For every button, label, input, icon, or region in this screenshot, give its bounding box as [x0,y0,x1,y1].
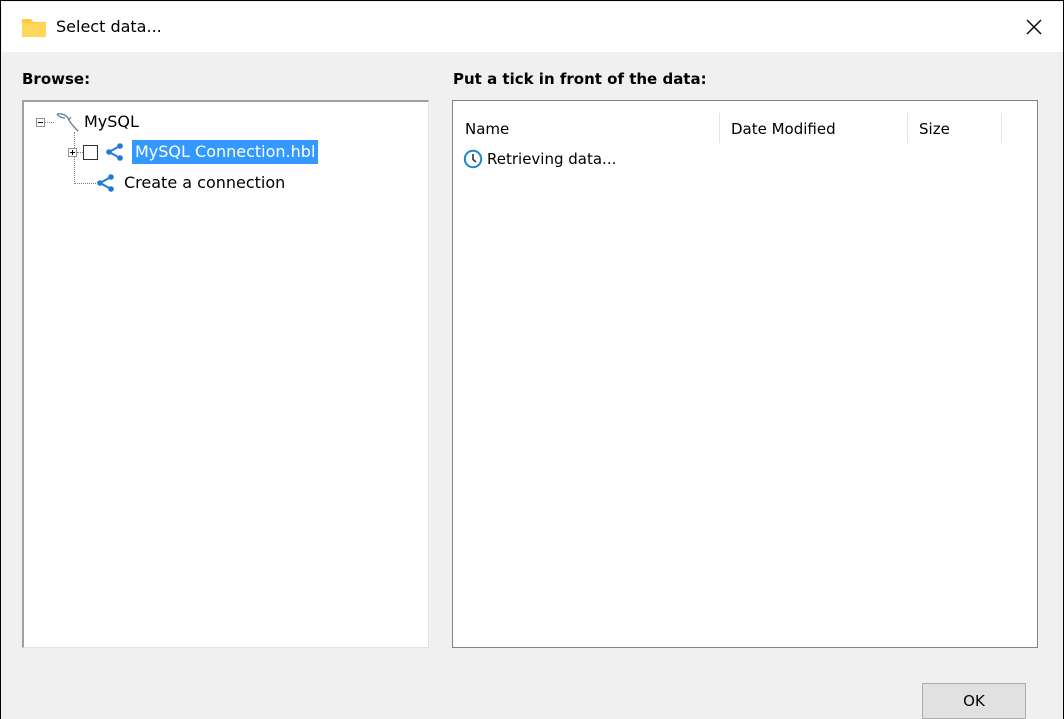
tree-node-label: MySQL [84,112,139,131]
browse-tree[interactable]: MySQL MySQL Connection.hbl Create a conn… [22,100,429,648]
status-text: Retrieving data... [487,150,617,168]
tree-node-label: Create a connection [124,173,286,192]
tree-node-mysql[interactable]: MySQL [36,110,139,134]
clock-icon [463,149,483,169]
close-icon [1026,19,1042,35]
window-title: Select data... [56,17,162,36]
mysql-dolphin-icon [56,113,79,132]
select-data-dialog: Select data... Browse: Put a tick in fro… [0,0,1064,719]
column-header-name[interactable]: Name [453,115,719,143]
collapse-toggle[interactable] [36,117,45,127]
title-bar: Select data... [2,2,1063,52]
tree-node-create-connection[interactable]: Create a connection [74,171,285,195]
expand-toggle[interactable] [68,147,77,157]
column-header-size[interactable]: Size [907,115,1001,143]
data-list[interactable]: Name Date Modified Size Retrieving data.… [452,100,1038,648]
share-connection-icon [97,174,114,192]
tree-node-label: MySQL Connection.hbl [132,140,319,164]
browse-label: Browse: [22,70,91,88]
tree-node-mysql-connection[interactable]: MySQL Connection.hbl [68,140,319,164]
close-button[interactable] [1005,2,1063,52]
column-header-date-modified[interactable]: Date Modified [719,115,907,143]
share-connection-icon [106,143,123,161]
connection-checkbox[interactable] [83,144,98,160]
ok-button[interactable]: OK [922,683,1026,719]
folder-icon [22,19,46,37]
data-panel-label: Put a tick in front of the data: [453,70,707,88]
loading-status: Retrieving data... [463,149,616,169]
